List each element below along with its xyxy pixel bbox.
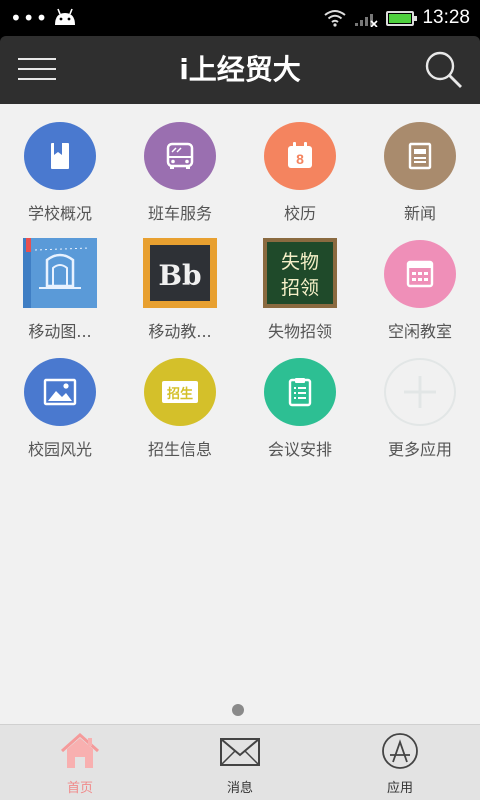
app-free-classroom[interactable]: 空闲教室 xyxy=(360,238,480,356)
app-label: 空闲教室 xyxy=(387,322,452,341)
picture-icon xyxy=(24,358,96,426)
app-label: 校历 xyxy=(283,204,316,223)
bottom-tab-bar: 首页 消息 应用 xyxy=(0,724,480,800)
home-icon xyxy=(61,732,99,768)
app-label: 学校概况 xyxy=(27,204,92,223)
lost-found-chalkboard-icon: 失物 招领 xyxy=(263,238,337,308)
app-school-calendar[interactable]: 8 校历 xyxy=(240,120,360,238)
menu-icon xyxy=(18,58,56,60)
add-icon xyxy=(384,358,456,426)
tab-label: 首页 xyxy=(66,781,93,796)
app-lost-and-found[interactable]: 失物 招领 失物招领 xyxy=(240,238,360,356)
blackboard-bb-icon: Bb xyxy=(143,238,217,308)
chalk-text-line2: 招领 xyxy=(281,277,319,299)
news-icon xyxy=(384,122,456,190)
app-label: 新闻 xyxy=(403,204,436,223)
calendar-day: 8 xyxy=(296,151,304,167)
app-campus-scenery[interactable]: 校园风光 xyxy=(0,356,120,474)
android-icon xyxy=(55,8,75,25)
calendar-icon: 8 xyxy=(264,122,336,190)
wifi-icon xyxy=(324,10,347,27)
main-content: 学校概况 班车服务 8 校历 新闻 移动图... Bb 移动教... 失物 招领… xyxy=(0,104,480,724)
app-label: 班车服务 xyxy=(147,204,212,223)
classroom-grid-icon xyxy=(384,240,456,308)
app-label: 校园风光 xyxy=(27,440,92,459)
app-school-overview[interactable]: 学校概况 xyxy=(0,120,120,238)
library-icon xyxy=(23,238,97,308)
app-store-icon xyxy=(382,733,418,769)
enrollment-icon: 招生 xyxy=(144,358,216,426)
tab-home[interactable]: 首页 xyxy=(0,725,160,800)
app-mobile-teaching[interactable]: Bb 移动教... xyxy=(120,238,240,356)
battery-icon xyxy=(386,10,418,26)
tab-messages[interactable]: 消息 xyxy=(160,725,320,800)
menu-button[interactable] xyxy=(18,54,56,84)
app-label: 更多应用 xyxy=(387,440,452,459)
tab-label: 应用 xyxy=(386,781,413,796)
mail-icon xyxy=(220,738,260,766)
app-label: 移动图... xyxy=(28,322,92,341)
chalk-text-line1: 失物 xyxy=(281,251,319,273)
bb-logo-text: Bb xyxy=(158,259,201,292)
signal-icon xyxy=(355,14,379,27)
app-label: 失物招领 xyxy=(267,322,332,341)
app-mobile-library[interactable]: 移动图... xyxy=(0,238,120,356)
app-shuttle-bus[interactable]: 班车服务 xyxy=(120,120,240,238)
menu-icon-line xyxy=(18,68,56,70)
clock: 13:28 xyxy=(422,7,470,28)
enrollment-text: 招生 xyxy=(167,386,193,402)
book-icon xyxy=(24,122,96,190)
clipboard-icon xyxy=(264,358,336,426)
app-meeting-schedule[interactable]: 会议安排 xyxy=(240,356,360,474)
app-news[interactable]: 新闻 xyxy=(360,120,480,238)
page-indicator-dot[interactable] xyxy=(232,704,244,716)
search-icon[interactable] xyxy=(424,50,464,90)
app-more-apps[interactable]: 更多应用 xyxy=(360,356,480,474)
tab-label: 消息 xyxy=(226,781,253,796)
app-label: 移动教... xyxy=(148,322,212,341)
app-label: 招生信息 xyxy=(147,440,212,459)
notification-dots: ••• xyxy=(10,6,49,30)
app-header: i上经贸大 xyxy=(0,36,480,104)
app-label: 会议安排 xyxy=(267,440,332,459)
tab-apps[interactable]: 应用 xyxy=(320,725,480,800)
page-title: i上经贸大 xyxy=(179,53,301,86)
status-bar: ••• 13:28 xyxy=(0,0,480,36)
app-enrollment-info[interactable]: 招生 招生信息 xyxy=(120,356,240,474)
menu-icon-line xyxy=(18,78,56,80)
bus-icon xyxy=(144,122,216,190)
